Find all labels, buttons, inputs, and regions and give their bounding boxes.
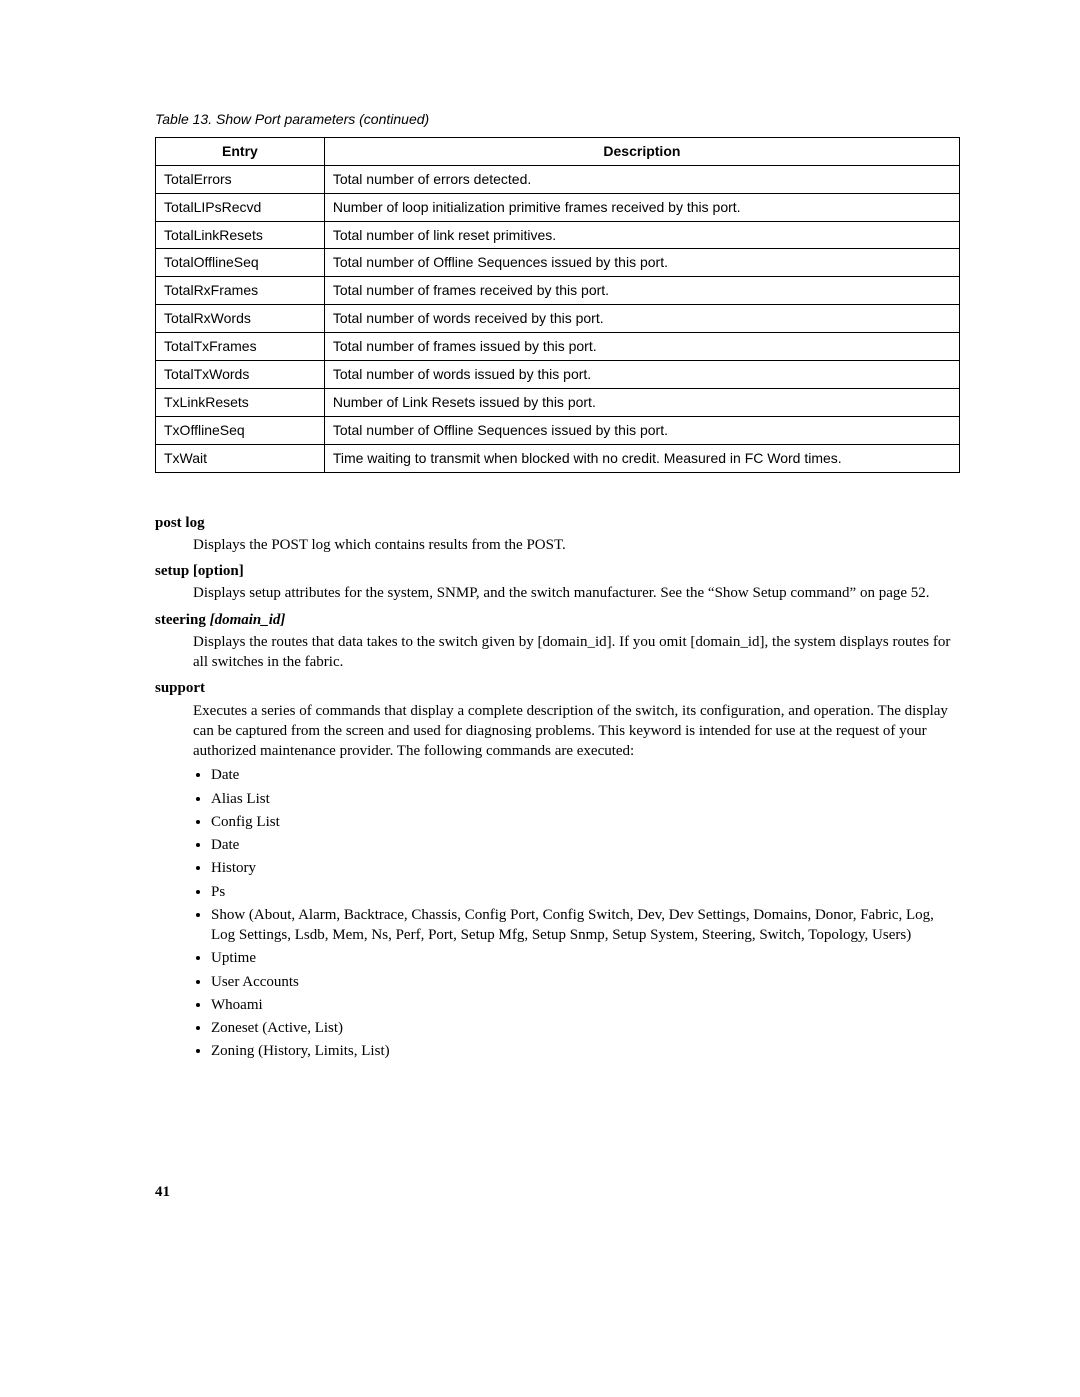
list-item: Uptime	[211, 948, 960, 968]
list-item: Alias List	[211, 789, 960, 809]
list-item: Zoneset (Active, List)	[211, 1018, 960, 1038]
page-number: 41	[155, 1182, 960, 1202]
desc-steering: Displays the routes that data takes to t…	[193, 632, 960, 673]
header-description: Description	[324, 137, 959, 165]
term-steering-arg: [domain_id]	[210, 612, 286, 628]
table-caption: Table 13. Show Port parameters (continue…	[155, 110, 960, 129]
term-post-log: post log	[155, 513, 960, 533]
term-steering-word: steering	[155, 612, 210, 628]
table-row: TxOfflineSeqTotal number of Offline Sequ…	[156, 416, 960, 444]
table-header-row: Entry Description	[156, 137, 960, 165]
cell-desc: Total number of words issued by this por…	[324, 361, 959, 389]
list-item: Config List	[211, 812, 960, 832]
table-row: TotalErrorsTotal number of errors detect…	[156, 165, 960, 193]
table-row: TxLinkResetsNumber of Link Resets issued…	[156, 388, 960, 416]
list-item: Date	[211, 765, 960, 785]
cell-entry: TotalOfflineSeq	[156, 249, 325, 277]
desc-post-log: Displays the POST log which contains res…	[193, 535, 960, 555]
support-command-list: Date Alias List Config List Date History…	[211, 765, 960, 1061]
cell-desc: Total number of words received by this p…	[324, 305, 959, 333]
table-row: TotalTxWordsTotal number of words issued…	[156, 361, 960, 389]
cell-entry: TotalLinkResets	[156, 221, 325, 249]
desc-setup: Displays setup attributes for the system…	[193, 583, 960, 603]
cell-desc: Total number of Offline Sequences issued…	[324, 249, 959, 277]
term-steering: steering [domain_id]	[155, 610, 960, 630]
cell-entry: TotalTxFrames	[156, 333, 325, 361]
cell-entry: TxLinkResets	[156, 388, 325, 416]
table-row: TotalOfflineSeqTotal number of Offline S…	[156, 249, 960, 277]
parameters-table: Entry Description TotalErrorsTotal numbe…	[155, 137, 960, 473]
cell-desc: Number of loop initialization primitive …	[324, 193, 959, 221]
cell-entry: TxOfflineSeq	[156, 416, 325, 444]
cell-entry: TotalRxFrames	[156, 277, 325, 305]
header-entry: Entry	[156, 137, 325, 165]
list-item: History	[211, 858, 960, 878]
cell-desc: Total number of Offline Sequences issued…	[324, 416, 959, 444]
term-setup: setup [option]	[155, 561, 960, 581]
cell-desc: Total number of link reset primitives.	[324, 221, 959, 249]
cell-entry: TxWait	[156, 444, 325, 472]
cell-entry: TotalErrors	[156, 165, 325, 193]
list-item: Ps	[211, 882, 960, 902]
list-item: Date	[211, 835, 960, 855]
cell-desc: Total number of frames issued by this po…	[324, 333, 959, 361]
cell-entry: TotalLIPsRecvd	[156, 193, 325, 221]
list-item: Whoami	[211, 995, 960, 1015]
table-row: TotalRxWordsTotal number of words receiv…	[156, 305, 960, 333]
table-row: TotalLinkResetsTotal number of link rese…	[156, 221, 960, 249]
list-item: User Accounts	[211, 972, 960, 992]
term-support: support	[155, 678, 960, 698]
cell-desc: Total number of frames received by this …	[324, 277, 959, 305]
cell-desc: Time waiting to transmit when blocked wi…	[324, 444, 959, 472]
table-row: TotalTxFramesTotal number of frames issu…	[156, 333, 960, 361]
table-row: TotalLIPsRecvdNumber of loop initializat…	[156, 193, 960, 221]
desc-support: Executes a series of commands that displ…	[193, 701, 960, 762]
table-row: TotalRxFramesTotal number of frames rece…	[156, 277, 960, 305]
list-item: Zoning (History, Limits, List)	[211, 1041, 960, 1061]
definition-list: post log Displays the POST log which con…	[155, 513, 960, 1062]
table-row: TxWaitTime waiting to transmit when bloc…	[156, 444, 960, 472]
cell-entry: TotalTxWords	[156, 361, 325, 389]
cell-entry: TotalRxWords	[156, 305, 325, 333]
list-item: Show (About, Alarm, Backtrace, Chassis, …	[211, 905, 960, 946]
cell-desc: Total number of errors detected.	[324, 165, 959, 193]
cell-desc: Number of Link Resets issued by this por…	[324, 388, 959, 416]
